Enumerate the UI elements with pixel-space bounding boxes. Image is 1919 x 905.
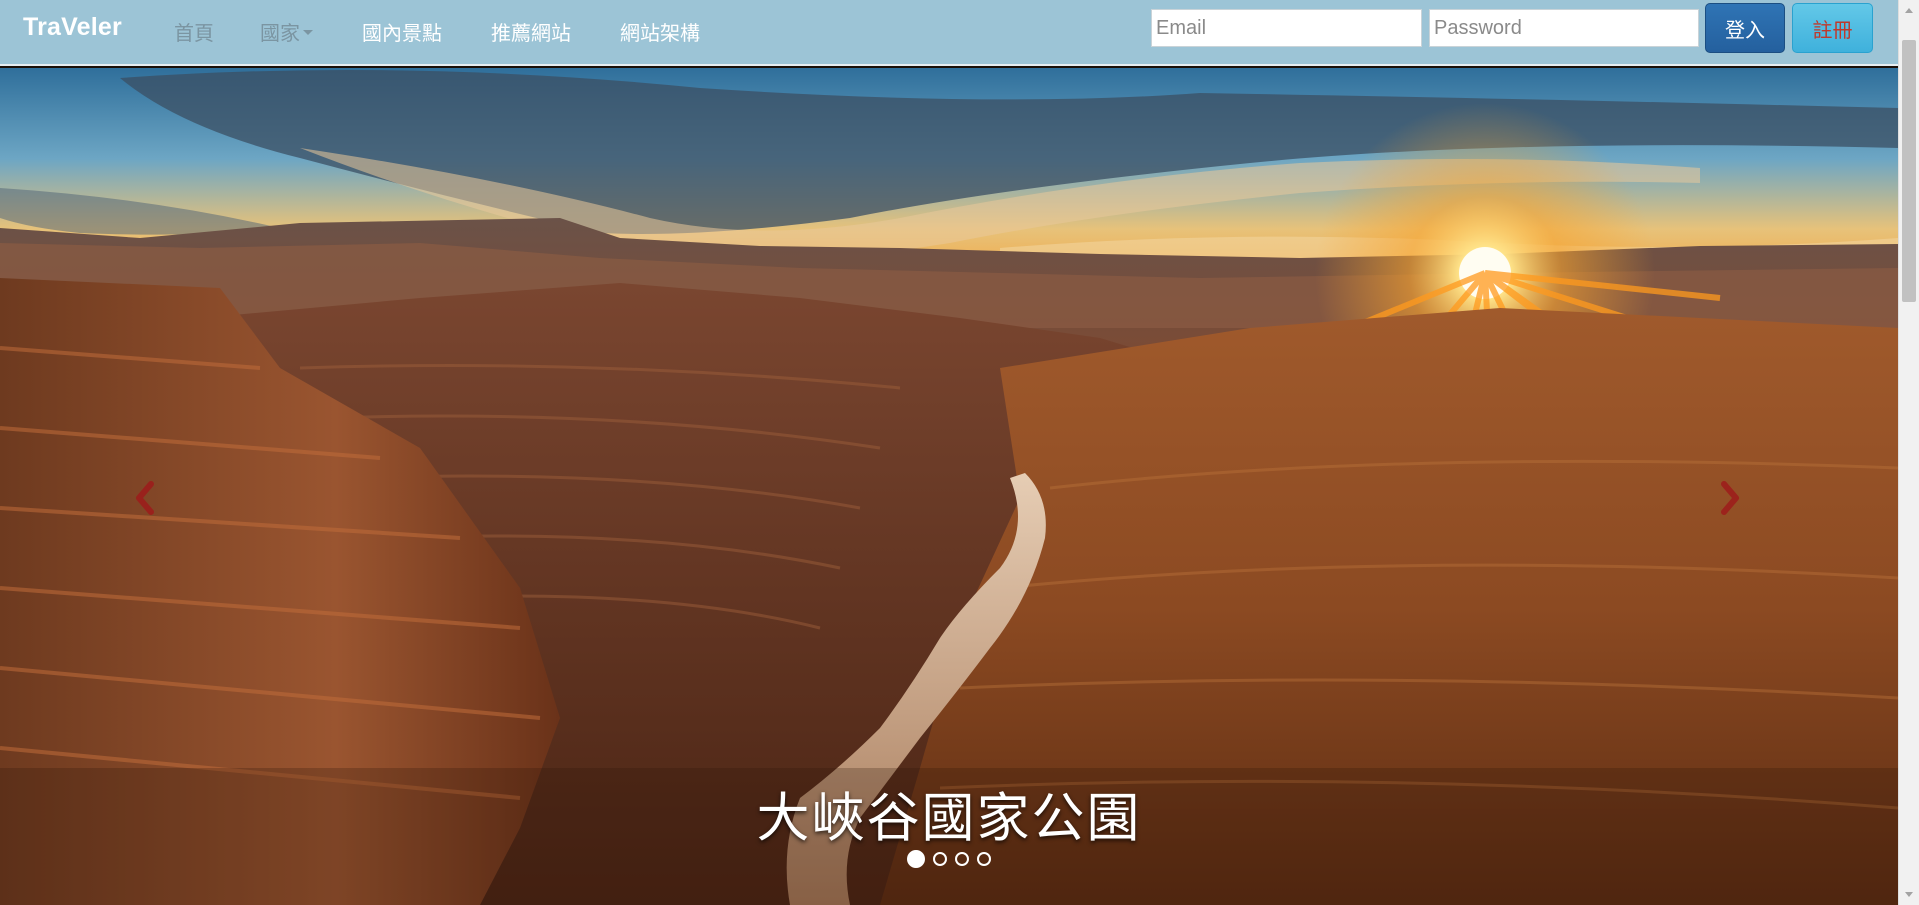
nav-item-site-map[interactable]: 網站架構 [620, 17, 700, 46]
slide-caption: 大峽谷國家公園 [756, 788, 1142, 849]
nav-item-countries-dropdown[interactable]: 國家 [260, 17, 313, 46]
carousel-next-button[interactable] [1710, 468, 1750, 528]
scrollbar-thumb[interactable] [1902, 40, 1916, 302]
scroll-up-icon[interactable] [1905, 8, 1913, 13]
top-navbar: TraVeler 首頁 國家 國內景點 推薦網站 網站架構 登入 註冊 [0, 0, 1898, 66]
nav-item-domestic-spots[interactable]: 國內景點 [362, 17, 442, 46]
scroll-down-icon[interactable] [1905, 892, 1913, 897]
chevron-left-icon [136, 481, 154, 515]
carousel-indicator-1[interactable] [907, 850, 925, 868]
chevron-right-icon [1721, 481, 1739, 515]
page-scrollbar[interactable] [1898, 0, 1919, 905]
caret-down-icon [303, 30, 313, 35]
carousel-indicator-2[interactable] [933, 852, 947, 866]
carousel-indicator-4[interactable] [977, 852, 991, 866]
register-button[interactable]: 註冊 [1792, 3, 1873, 53]
email-input[interactable] [1151, 9, 1422, 47]
carousel-prev-button[interactable] [125, 468, 165, 528]
hero-carousel: 大峽谷國家公園 [0, 68, 1898, 905]
nav-item-countries-label: 國家 [260, 21, 300, 45]
nav-item-recommended-sites[interactable]: 推薦網站 [491, 17, 571, 46]
brand-logo[interactable]: TraVeler [23, 13, 122, 42]
carousel-indicator-3[interactable] [955, 852, 969, 866]
login-button[interactable]: 登入 [1705, 3, 1785, 53]
carousel-indicators [0, 850, 1898, 868]
password-input[interactable] [1429, 9, 1699, 47]
nav-item-home[interactable]: 首頁 [174, 17, 214, 46]
